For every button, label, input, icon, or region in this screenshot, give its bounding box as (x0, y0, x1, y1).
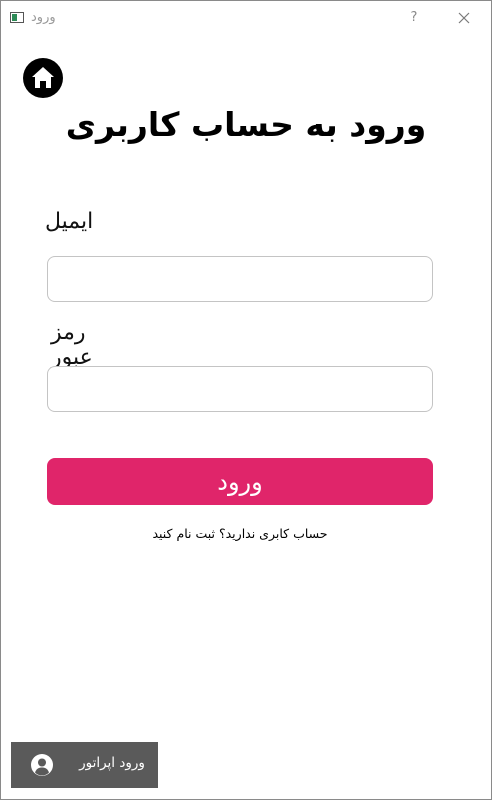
operator-login-button[interactable]: ورود اپراتور (11, 742, 158, 788)
window-app-icon (10, 12, 24, 23)
title-bar: ورود ? (1, 1, 491, 35)
user-circle-icon (31, 754, 53, 776)
close-button[interactable] (453, 8, 475, 28)
page-title: ورود به حساب کاربری (65, 105, 427, 144)
operator-login-label: ورود اپراتور (79, 755, 145, 771)
close-icon (458, 12, 470, 24)
home-button[interactable] (23, 58, 63, 98)
home-icon (32, 67, 54, 88)
register-link[interactable]: حساب کابری ندارید؟ ثبت نام کنید (1, 526, 479, 541)
login-window: ورود ? ورود به حساب کاربری ایمیل رمز عبو… (0, 0, 492, 800)
help-button[interactable]: ? (404, 8, 424, 28)
login-button[interactable]: ورود (47, 458, 433, 505)
password-label: رمز عبور (51, 320, 93, 370)
email-field[interactable] (47, 256, 433, 302)
email-label: ایمیل (45, 209, 94, 234)
password-field[interactable] (47, 366, 433, 412)
window-title: ورود (31, 10, 56, 25)
